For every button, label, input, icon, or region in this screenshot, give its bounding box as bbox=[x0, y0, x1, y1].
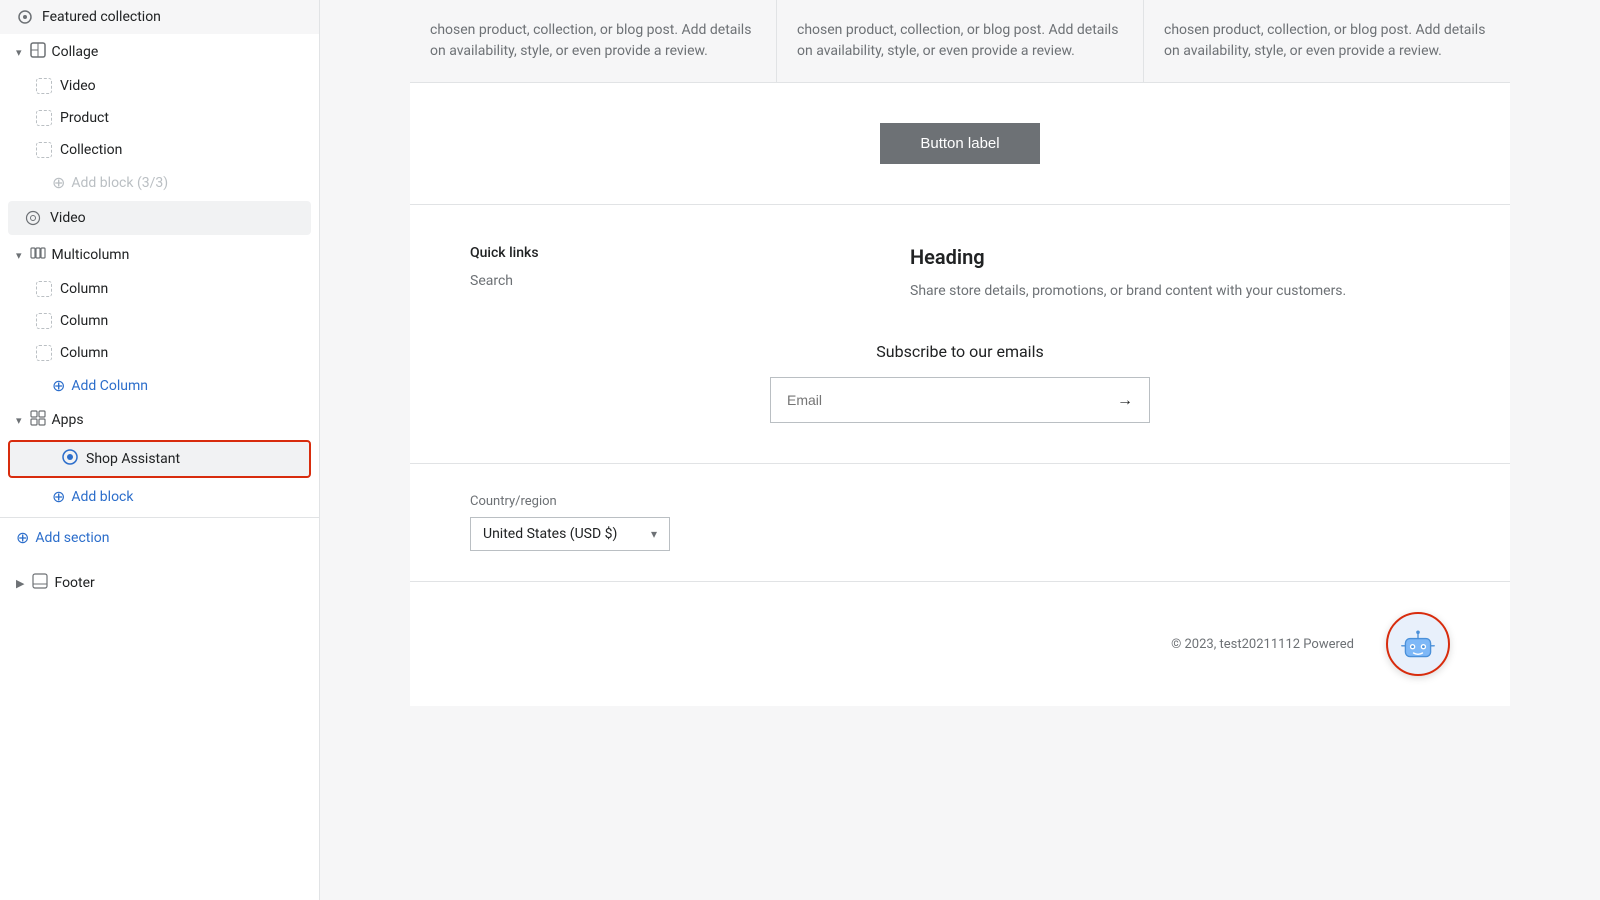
column3-icon bbox=[36, 345, 52, 361]
bot-svg-icon bbox=[1400, 626, 1436, 662]
add-block-link[interactable]: ⊕ Add block bbox=[0, 480, 319, 513]
sidebar-item-video-section[interactable]: Video bbox=[8, 201, 311, 235]
collage-icon bbox=[30, 42, 46, 62]
copyright-row: © 2023, test20211112 Powered bbox=[410, 582, 1510, 706]
column1-icon bbox=[36, 281, 52, 297]
collection-block-label: Collection bbox=[60, 142, 122, 158]
shop-assistant-label: Shop Assistant bbox=[86, 451, 180, 467]
add-block-33-link[interactable]: ⊕ Add block (3/3) bbox=[0, 166, 319, 199]
email-input-row: → bbox=[770, 377, 1150, 423]
sidebar-item-column3[interactable]: Column bbox=[0, 337, 319, 369]
button-label-button[interactable]: Button label bbox=[880, 123, 1039, 164]
heading-label: Heading bbox=[910, 245, 1450, 269]
collage-label: Collage bbox=[52, 44, 99, 60]
featured-collection-label: Featured collection bbox=[42, 9, 161, 25]
copyright-text: © 2023, test20211112 Powered bbox=[1171, 637, 1354, 652]
main-content-area: chosen product, collection, or blog post… bbox=[320, 0, 1600, 900]
button-label-row: Button label bbox=[410, 83, 1510, 205]
country-label: Country/region bbox=[470, 494, 1450, 509]
sidebar-item-video-block[interactable]: Video bbox=[0, 70, 319, 102]
sidebar-item-product-block[interactable]: Product bbox=[0, 102, 319, 134]
search-link[interactable]: Search bbox=[470, 273, 539, 289]
add-column-label: Add Column bbox=[71, 378, 148, 394]
sidebar-item-shop-assistant[interactable]: Shop Assistant bbox=[8, 440, 311, 478]
cards-row: chosen product, collection, or blog post… bbox=[410, 0, 1510, 83]
footer-chevron: ▶ bbox=[16, 577, 24, 590]
sidebar-item-column1[interactable]: Column bbox=[0, 273, 319, 305]
footer-grid: Quick links Search Heading Share store d… bbox=[470, 245, 1450, 302]
footer-col-left: Quick links Search bbox=[470, 245, 539, 302]
add-block-icon: ⊕ bbox=[52, 487, 65, 506]
column2-label: Column bbox=[60, 313, 108, 329]
column3-label: Column bbox=[60, 345, 108, 361]
card-2-text: chosen product, collection, or blog post… bbox=[797, 20, 1123, 62]
footer-section: Quick links Search Heading Share store d… bbox=[410, 205, 1510, 464]
product-block-icon bbox=[36, 110, 52, 126]
product-block-label: Product bbox=[60, 110, 109, 126]
multicolumn-chevron: ▾ bbox=[16, 249, 22, 262]
country-value: United States (USD $) bbox=[483, 526, 651, 542]
video-section-icon bbox=[24, 209, 42, 227]
apps-label: Apps bbox=[52, 412, 84, 428]
add-column-link[interactable]: ⊕ Add Column bbox=[0, 369, 319, 402]
video-block-label: Video bbox=[60, 78, 96, 94]
sidebar: Featured collection ▾ Collage Video Prod… bbox=[0, 0, 320, 900]
quick-links-label: Quick links bbox=[470, 245, 539, 261]
video-section-label: Video bbox=[50, 210, 86, 226]
card-3-text: chosen product, collection, or blog post… bbox=[1164, 20, 1490, 62]
subscribe-title: Subscribe to our emails bbox=[876, 342, 1043, 361]
shop-assistant-icon bbox=[62, 449, 78, 469]
footer-icon bbox=[32, 573, 48, 593]
collage-chevron: ▾ bbox=[16, 46, 22, 59]
featured-collection-icon bbox=[16, 8, 34, 26]
add-section-icon: ⊕ bbox=[16, 528, 29, 547]
sidebar-item-multicolumn[interactable]: ▾ Multicolumn bbox=[0, 237, 319, 273]
add-block-33-icon: ⊕ bbox=[52, 173, 65, 192]
column1-label: Column bbox=[60, 281, 108, 297]
subscribe-section: Subscribe to our emails → bbox=[470, 342, 1450, 423]
video-block-icon bbox=[36, 78, 52, 94]
add-column-icon: ⊕ bbox=[52, 376, 65, 395]
card-3: chosen product, collection, or blog post… bbox=[1144, 0, 1510, 82]
sidebar-item-collection-block[interactable]: Collection bbox=[0, 134, 319, 166]
column2-icon bbox=[36, 313, 52, 329]
sidebar-item-column2[interactable]: Column bbox=[0, 305, 319, 337]
footer-label: Footer bbox=[54, 575, 94, 591]
add-section-link[interactable]: ⊕ Add section bbox=[0, 517, 319, 557]
sidebar-item-apps[interactable]: ▾ Apps bbox=[0, 402, 319, 438]
sidebar-item-featured-collection[interactable]: Featured collection bbox=[0, 0, 319, 34]
card-1-text: chosen product, collection, or blog post… bbox=[430, 20, 756, 62]
multicolumn-icon bbox=[30, 245, 46, 265]
bot-icon-button[interactable] bbox=[1386, 612, 1450, 676]
email-input[interactable] bbox=[771, 380, 1101, 420]
add-block-33-label: Add block (3/3) bbox=[71, 175, 168, 191]
country-section: Country/region United States (USD $) ▾ bbox=[410, 464, 1510, 582]
apps-icon bbox=[30, 410, 46, 430]
add-section-label: Add section bbox=[35, 530, 109, 546]
heading-desc: Share store details, promotions, or bran… bbox=[910, 281, 1450, 302]
collection-block-icon bbox=[36, 142, 52, 158]
apps-chevron: ▾ bbox=[16, 414, 22, 427]
email-submit-arrow[interactable]: → bbox=[1101, 378, 1149, 422]
country-select[interactable]: United States (USD $) ▾ bbox=[470, 517, 670, 551]
card-1: chosen product, collection, or blog post… bbox=[410, 0, 777, 82]
sidebar-item-collage[interactable]: ▾ Collage bbox=[0, 34, 319, 70]
sidebar-item-footer[interactable]: ▶ Footer bbox=[0, 565, 319, 601]
footer-col-right: Heading Share store details, promotions,… bbox=[850, 245, 1450, 302]
country-chevron-icon: ▾ bbox=[651, 527, 657, 541]
add-block-label: Add block bbox=[71, 489, 133, 505]
multicolumn-label: Multicolumn bbox=[52, 247, 130, 263]
card-2: chosen product, collection, or blog post… bbox=[777, 0, 1144, 82]
